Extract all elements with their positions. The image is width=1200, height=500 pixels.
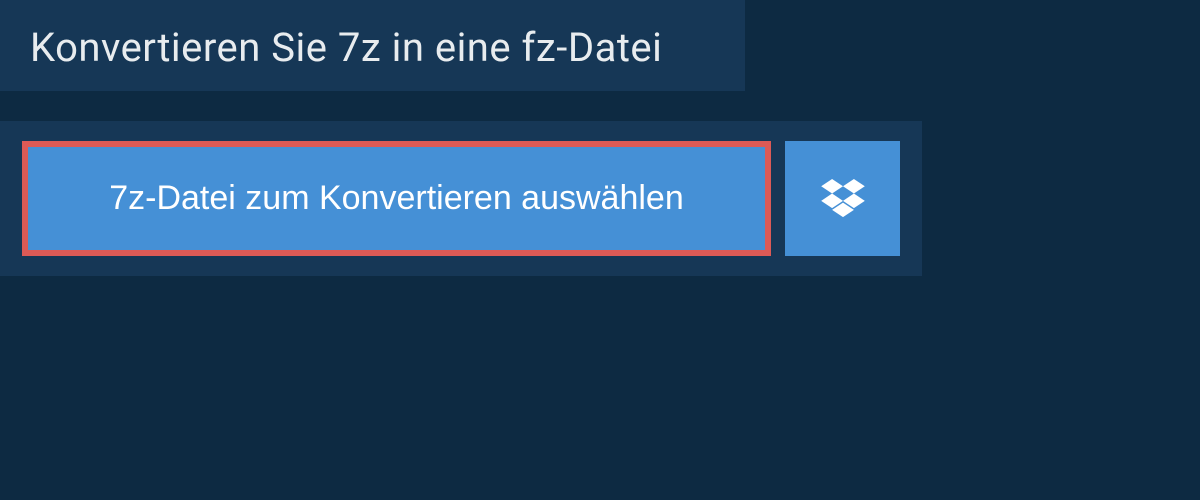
page-title: Konvertieren Sie 7z in eine fz-Datei: [30, 24, 715, 71]
select-file-button[interactable]: 7z-Datei zum Konvertieren auswählen: [22, 141, 771, 256]
dropbox-icon: [821, 179, 865, 219]
dropbox-button[interactable]: [785, 141, 900, 256]
header-bar: Konvertieren Sie 7z in eine fz-Datei: [0, 0, 745, 91]
converter-panel: 7z-Datei zum Konvertieren auswählen: [0, 121, 922, 276]
select-file-label: 7z-Datei zum Konvertieren auswählen: [109, 179, 684, 218]
